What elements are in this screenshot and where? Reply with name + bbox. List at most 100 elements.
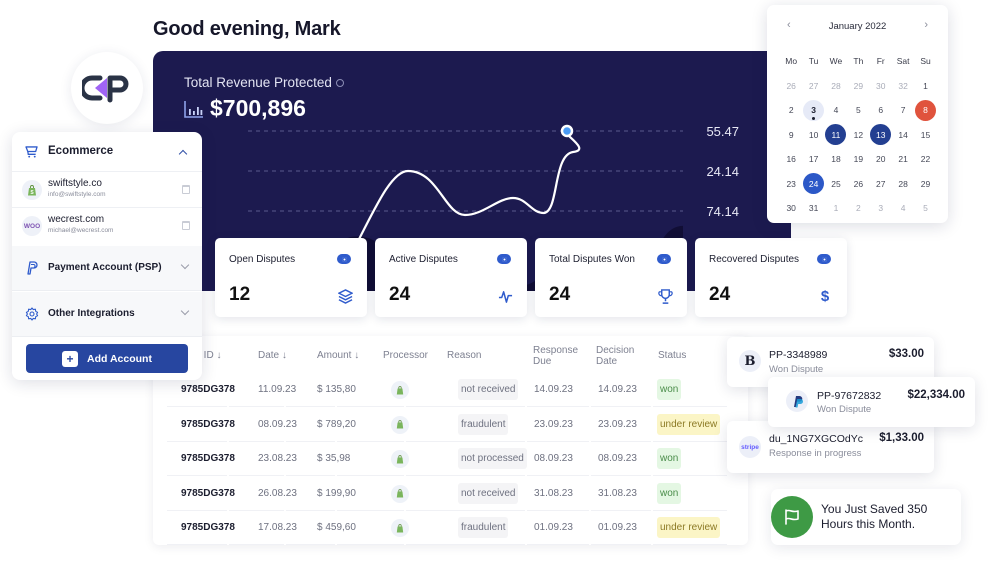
cell-id: 9785DG378	[181, 453, 235, 464]
day-number: 1	[923, 80, 928, 91]
calendar-day[interactable]: 5	[847, 98, 869, 123]
line-endpoint-marker[interactable]	[560, 124, 574, 138]
brand-logo[interactable]	[71, 52, 143, 124]
calendar-day[interactable]: 25	[825, 172, 847, 197]
table-row[interactable]: 9785DG378 11.09.23 $ 135,80 14.09.23 14.09.2…	[167, 373, 727, 407]
account-item[interactable]: S swiftstyle.co info@swiftstyle.com	[12, 172, 202, 208]
calendar-day[interactable]: 8	[914, 98, 937, 123]
trash-icon[interactable]	[182, 221, 190, 230]
trash-icon[interactable]	[182, 185, 190, 194]
calendar-day[interactable]: 2	[780, 98, 802, 123]
table-row[interactable]: 9785DG378 23.08.23 $ 35,98 08.09.23 08.09.23…	[167, 442, 727, 476]
cell-date: 23.08.23	[258, 453, 297, 464]
stat-card-total-disputes-won[interactable]: Total Disputes Won 24	[535, 238, 687, 317]
calendar-day[interactable]: 29	[914, 172, 936, 197]
other-integrations-label: Other Integrations	[48, 308, 135, 319]
cell-date: 08.09.23	[258, 418, 297, 430]
calendar-day[interactable]: 26	[847, 172, 869, 197]
calendar-day[interactable]: 13	[870, 123, 892, 148]
calendar-day[interactable]: 32	[892, 74, 914, 99]
calendar-day[interactable]: 14	[892, 123, 914, 148]
status-badge: under review	[657, 413, 721, 435]
weekday-label: Th	[853, 56, 864, 67]
calendar-day[interactable]: 24	[802, 172, 825, 197]
table-row[interactable]: 9785DG378 17.08.23 $ 459,60 01.09.23 01.09.2…	[167, 511, 727, 545]
calendar-day[interactable]: 9	[780, 123, 802, 148]
calendar-day[interactable]: 20	[870, 147, 892, 172]
calendar-day[interactable]: 1	[825, 196, 847, 221]
calendar-day[interactable]: 17	[802, 147, 824, 172]
calendar-day[interactable]: 5	[914, 196, 936, 221]
calendar-day[interactable]: 3	[802, 98, 825, 123]
hero-amount: $700,896	[184, 95, 306, 122]
table-row[interactable]: 9785DG378 26.08.23 $ 199,90 31.08.23 31.08.2…	[167, 477, 727, 511]
today-marker: 3	[803, 99, 825, 121]
day-number: 2	[856, 203, 861, 214]
eye-icon[interactable]	[657, 254, 671, 264]
chevron-up-icon[interactable]	[178, 149, 188, 159]
calendar-day[interactable]: 11	[825, 123, 847, 148]
calendar-day[interactable]: 2	[847, 196, 869, 221]
calendar-day[interactable]: 22	[914, 147, 936, 172]
cell-response-due: 01.09.23	[534, 522, 573, 533]
add-account-button[interactable]: + Add Account	[26, 344, 188, 373]
calendar-day[interactable]: 19	[847, 147, 869, 172]
calendar-day[interactable]: 27	[802, 74, 824, 99]
transaction-card[interactable]: stripe du_1NG7XGCOdYc Response in progre…	[727, 421, 934, 473]
stat-card-active-disputes[interactable]: Active Disputes 24	[375, 238, 527, 317]
day-number: 28	[831, 80, 841, 91]
table-row[interactable]: 9785DG378 08.09.23 $ 789,20 23.09.23 23.09.2…	[167, 408, 727, 442]
calendar-day[interactable]: 21	[892, 147, 914, 172]
cell-id: 9785DG378	[181, 487, 235, 499]
weekday-label: Fr	[876, 56, 885, 67]
eye-icon[interactable]	[497, 254, 511, 264]
day-number: 12	[853, 129, 864, 140]
eye-icon[interactable]	[817, 254, 831, 264]
selected-day: 11	[825, 124, 847, 146]
cell-response-due: 23.09.23	[534, 418, 573, 430]
info-icon[interactable]	[335, 78, 344, 87]
calendar-day[interactable]: 30	[870, 74, 892, 99]
psp-section[interactable]: Payment Account (PSP)	[12, 246, 202, 291]
calendar-day[interactable]: 15	[914, 123, 936, 148]
account-item[interactable]: WOO wecrest.com michael@wecrest.com	[12, 208, 202, 244]
calendar-day[interactable]: 29	[847, 74, 869, 99]
calendar-day[interactable]: 31	[802, 196, 824, 221]
calendar-day[interactable]: 28	[825, 74, 847, 99]
calendar-day[interactable]: 28	[892, 172, 914, 197]
cell-decision-date: 01.09.23	[598, 522, 637, 533]
calendar-day[interactable]: 26	[780, 74, 802, 99]
stripe-icon: stripe	[739, 436, 761, 458]
chevron-down-icon[interactable]	[180, 306, 190, 316]
calendar-day[interactable]: 27	[870, 172, 892, 197]
transaction-id: PP-3348989	[769, 349, 828, 361]
header-amount[interactable]: Amount ↓	[317, 350, 359, 361]
plus-icon: +	[62, 350, 79, 367]
y-tick-label: 74.14	[706, 204, 739, 219]
next-month-button[interactable]: ›	[924, 19, 928, 31]
calendar-day[interactable]: 3	[870, 196, 892, 221]
calendar-day[interactable]: 1	[914, 74, 936, 99]
header-date[interactable]: Date ↓	[258, 350, 287, 361]
chevron-down-icon[interactable]	[180, 260, 190, 270]
calendar-day[interactable]: 30	[780, 196, 802, 221]
calendar-day[interactable]: 6	[870, 98, 892, 123]
cell-decision-date: 08.09.23	[598, 453, 637, 464]
ecommerce-section-header[interactable]: Ecommerce	[12, 132, 202, 172]
calendar-day[interactable]: 12	[847, 123, 869, 148]
calendar-day[interactable]: 4	[825, 98, 847, 123]
calendar-day[interactable]: 10	[802, 123, 824, 148]
row-divider	[406, 544, 525, 545]
stat-card-open-disputes[interactable]: Open Disputes 12	[215, 238, 367, 317]
weekday-label: Tu	[808, 56, 819, 67]
stat-card-recovered-disputes[interactable]: Recovered Disputes 24 $	[695, 238, 847, 317]
calendar-day[interactable]: 7	[892, 98, 914, 123]
calendar-day[interactable]: 18	[825, 147, 847, 172]
transaction-card[interactable]: PP-97672832 Won Dispute $22,334.00	[768, 377, 975, 427]
calendar-day[interactable]: 23	[780, 172, 802, 197]
day-number: 29	[853, 80, 864, 91]
other-integrations-section[interactable]: Other Integrations	[12, 292, 202, 337]
calendar-day[interactable]: 16	[780, 147, 802, 172]
eye-icon[interactable]	[337, 254, 351, 264]
calendar-day[interactable]: 4	[892, 196, 914, 221]
